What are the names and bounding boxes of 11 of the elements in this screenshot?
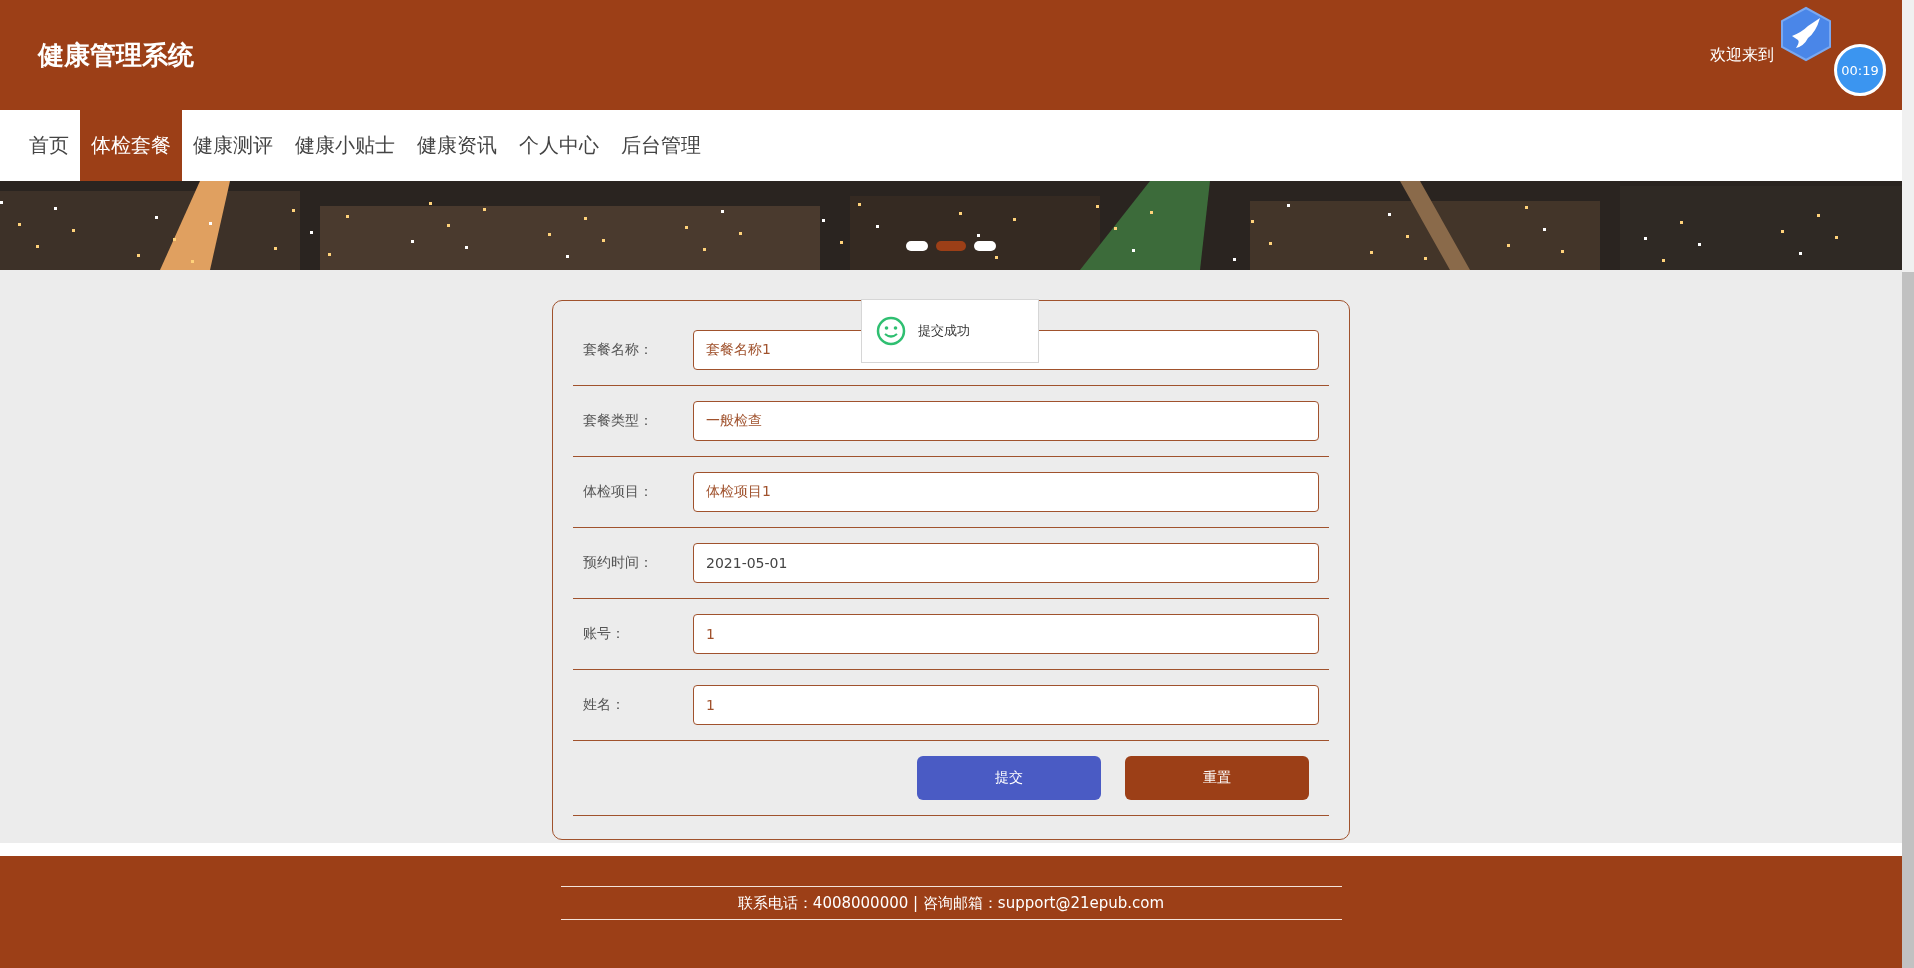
footer-contact: 联系电话：4008000000 | 咨询邮箱：support@21epub.com	[737, 893, 1165, 913]
toast-message: 提交成功	[918, 322, 970, 340]
welcome-text: 欢迎来到	[1710, 44, 1774, 66]
field-label: 预约时间：	[582, 554, 654, 572]
field-label: 套餐名称：	[582, 341, 654, 359]
field-label: 套餐类型：	[582, 412, 654, 430]
site-title: 健康管理系统	[38, 38, 194, 72]
field-label: 姓名：	[582, 696, 626, 714]
timer-badge: 00:19	[1834, 44, 1886, 96]
field-label: 体检项目：	[582, 483, 654, 501]
field-label: 账号：	[582, 625, 626, 643]
